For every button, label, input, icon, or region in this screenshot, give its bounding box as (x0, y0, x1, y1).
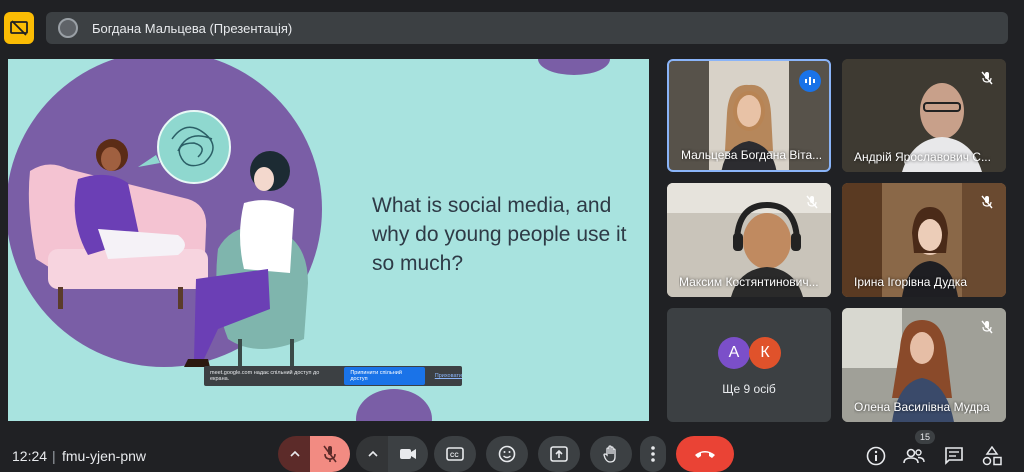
chat-button[interactable] (942, 444, 966, 468)
top-bar: Богдана Мальцева (Презентація) (0, 0, 1024, 56)
video-camera-icon (400, 449, 416, 459)
participant-tile[interactable]: Олена Василівна Мудра (842, 308, 1006, 422)
meeting-time: 12:24 (12, 448, 48, 464)
emoji-icon (498, 445, 516, 463)
presenter-chip: Богдана Мальцева (Презентація) (46, 12, 1008, 44)
camera-options-button[interactable] (356, 436, 390, 472)
activities-icon (982, 446, 1002, 466)
separator: | (52, 448, 56, 464)
speaking-indicator-icon (799, 70, 821, 92)
share-prompt-text: meet.google.com надає спільний доступ до… (210, 370, 320, 382)
hang-up-icon (695, 451, 715, 458)
mic-off-icon (976, 316, 998, 338)
participant-tile[interactable]: Ірина Ігорівна Дудка (842, 183, 1006, 297)
hide-share-notice-link[interactable]: Приховати (435, 373, 462, 379)
participant-tile[interactable]: Максим Костянтинович... (667, 183, 831, 297)
screen-share-notice: meet.google.com надає спільний доступ до… (204, 366, 462, 386)
mic-off-icon (801, 191, 823, 213)
mic-options-button[interactable] (278, 436, 312, 472)
participant-avatar: К (749, 337, 781, 369)
activities-button[interactable] (980, 444, 1004, 468)
participant-avatar: А (718, 337, 750, 369)
mic-off-icon (976, 67, 998, 89)
chevron-up-icon (368, 451, 378, 457)
participant-tile[interactable]: Андрій Ярославович С... (842, 59, 1006, 172)
reactions-button[interactable] (486, 436, 528, 472)
chevron-up-icon (290, 451, 300, 457)
presentation-off-icon[interactable] (4, 12, 34, 44)
present-now-button[interactable] (538, 436, 580, 472)
people-icon (903, 448, 925, 464)
participant-tile[interactable]: Мальцева Богдана Віта... (667, 59, 831, 172)
mic-toggle-button[interactable] (310, 436, 350, 472)
closed-captions-icon: CC (446, 447, 464, 461)
mic-off-icon (323, 445, 337, 463)
more-vert-icon (651, 446, 655, 462)
participant-name: Максим Костянтинович... (679, 275, 819, 289)
participant-name: Олена Василівна Мудра (854, 400, 990, 414)
info-icon (866, 446, 886, 466)
people-button[interactable] (902, 444, 926, 468)
participant-name: Андрій Ярославович С... (854, 150, 991, 164)
captions-button[interactable]: CC (434, 436, 476, 472)
more-participants-label: Ще 9 осіб (722, 382, 776, 396)
participant-name: Мальцева Богдана Віта... (681, 148, 823, 162)
presenter-avatar (58, 18, 78, 38)
slide-title: What is social media, and why do young p… (372, 194, 627, 275)
presentation-slide: What is social media, and why do young p… (8, 59, 649, 421)
camera-toggle-button[interactable] (388, 436, 428, 472)
chat-icon (945, 447, 963, 465)
leave-call-button[interactable] (676, 436, 734, 472)
presenter-title: Богдана Мальцева (Презентація) (92, 20, 293, 36)
mic-off-icon (976, 191, 998, 213)
participant-count-badge: 15 (915, 430, 935, 444)
present-screen-icon (550, 446, 568, 462)
more-participants-tile[interactable]: А К Ще 9 осіб (667, 308, 831, 422)
stop-sharing-button[interactable]: Припинити спільний доступ (344, 367, 425, 385)
participant-name: Ірина Ігорівна Дудка (854, 275, 967, 289)
meeting-code[interactable]: fmu-yjen-pnw (62, 448, 146, 464)
hand-icon (603, 445, 616, 463)
raise-hand-button[interactable] (590, 436, 632, 472)
meeting-details-button[interactable] (864, 444, 888, 468)
more-options-button[interactable] (640, 436, 666, 472)
svg-text:CC: CC (450, 453, 459, 459)
